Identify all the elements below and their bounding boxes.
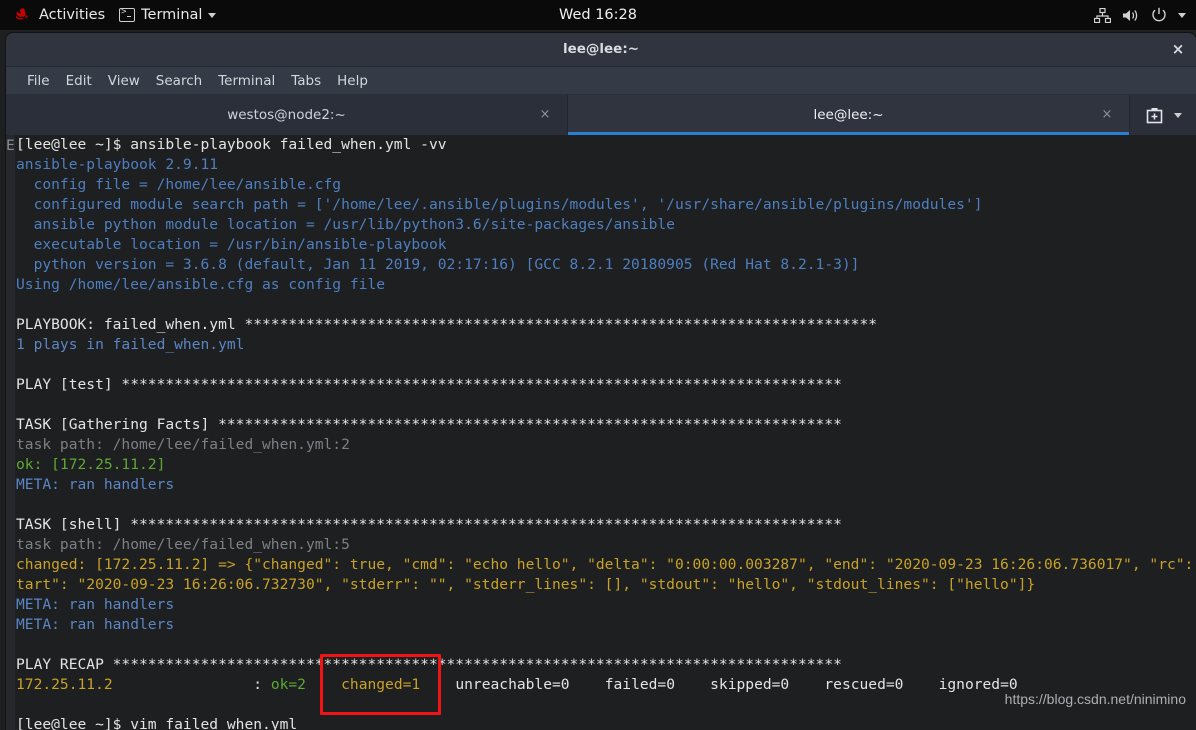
terminal-text: ok=2 (270, 676, 306, 694)
terminal-text: unreachable=0 failed=0 skipped=0 rescued… (420, 676, 1018, 694)
terminal-text: [lee@lee ~]$ vim failed_when.yml (16, 716, 298, 730)
terminal-line: META: ran handlers (6, 475, 1196, 495)
terminal-line: configured module search path = ['/home/… (6, 195, 1196, 215)
terminal-line: config file = /home/lee/ansible.cfg (6, 175, 1196, 195)
terminal-line: PLAY RECAP *****************************… (6, 655, 1196, 675)
terminal-line: META: ran handlers (6, 595, 1196, 615)
terminal-line: ok: [172.25.11.2] (6, 455, 1196, 475)
terminal-text: 172.25.11.2 (16, 676, 113, 694)
menu-item-file[interactable]: File (20, 70, 57, 92)
terminal-text: : (112, 676, 271, 694)
tab-westos-node2[interactable]: westos@node2:~ × (6, 95, 568, 135)
terminal-line: tart": "2020-09-23 16:26:06.732730", "st… (6, 575, 1196, 595)
menu-item-terminal[interactable]: Terminal (211, 70, 282, 92)
chevron-down-icon (208, 12, 217, 18)
tab-bar: westos@node2:~ × lee@lee:~ × (6, 95, 1196, 135)
chevron-down-icon[interactable] (1173, 112, 1182, 118)
tab-label: westos@node2:~ (227, 107, 346, 123)
terminal-text: changed: [172.25.11.2] => {"changed": tr… (16, 556, 1196, 574)
new-tab-icon[interactable] (1145, 106, 1164, 125)
terminal-icon (119, 6, 136, 22)
power-icon[interactable] (1151, 7, 1167, 23)
app-menu-button[interactable]: Terminal (112, 0, 223, 30)
terminal-text: ok: [172.25.11.2] (16, 456, 166, 474)
terminal-text: META: ran handlers (16, 616, 175, 634)
menu-item-tabs[interactable]: Tabs (284, 70, 328, 92)
terminal-line: [lee@lee ~]$ vim failed_when.yml (6, 715, 1196, 730)
menu-item-search[interactable]: Search (149, 70, 209, 92)
top-bar-left-group: Activities Terminal (0, 0, 223, 30)
terminal-text: tart": "2020-09-23 16:26:06.732730", "st… (16, 576, 1036, 594)
activities-label: Activities (39, 7, 106, 23)
terminal-line: TASK [shell] ***************************… (6, 515, 1196, 535)
terminal-line: TASK [Gathering Facts] *****************… (6, 415, 1196, 435)
terminal-text: python version = 3.6.8 (default, Jan 11 … (16, 256, 860, 274)
terminal-line: PLAY [test] ****************************… (6, 375, 1196, 395)
terminal-text: 1 plays in failed_when.yml (16, 336, 245, 354)
desktop-screen: Activities Terminal Wed 16:28 (0, 0, 1196, 730)
tab-close-icon[interactable]: × (537, 107, 553, 123)
watermark-label: https://blog.csdn.net/ninimino (1004, 691, 1186, 707)
terminal-line: PLAYBOOK: failed_when.yml **************… (6, 315, 1196, 335)
terminal-window: lee@lee:~ × File Edit View Search Termin… (6, 33, 1196, 730)
gnome-top-bar: Activities Terminal Wed 16:28 (0, 0, 1196, 30)
terminal-line: 1 plays in failed_when.yml (6, 335, 1196, 355)
terminal-text: PLAYBOOK: failed_when.yml **************… (16, 316, 878, 334)
terminal-text: META: ran handlers (16, 596, 175, 614)
redhat-logo-icon (16, 8, 33, 22)
chevron-down-icon[interactable] (1178, 12, 1186, 18)
terminal-text: task path: /home/lee/failed_when.yml:2 (16, 436, 350, 454)
terminal-viewport[interactable]: E [lee@lee ~]$ ansible-playbook failed_w… (6, 135, 1196, 730)
clock-label[interactable]: Wed 16:28 (559, 7, 637, 23)
network-icon[interactable] (1094, 7, 1111, 23)
tab-close-icon[interactable]: × (1099, 107, 1115, 123)
terminal-text: configured module search path = ['/home/… (16, 196, 983, 214)
terminal-output[interactable]: [lee@lee ~]$ ansible-playbook failed_whe… (6, 135, 1196, 730)
terminal-text: executable location = /usr/bin/ansible-p… (16, 236, 447, 254)
terminal-line: Using /home/lee/ansible.cfg as config fi… (6, 275, 1196, 295)
terminal-line: ansible python module location = /usr/li… (6, 215, 1196, 235)
terminal-text: TASK [Gathering Facts] *****************… (16, 416, 842, 434)
terminal-text: TASK [shell] ***************************… (16, 516, 842, 534)
terminal-line: task path: /home/lee/failed_when.yml:2 (6, 435, 1196, 455)
terminal-text: Using /home/lee/ansible.cfg as config fi… (16, 276, 386, 294)
terminal-text: PLAY RECAP *****************************… (16, 656, 842, 674)
tab-actions-group (1130, 95, 1196, 135)
menu-item-edit[interactable]: Edit (59, 70, 99, 92)
terminal-line: python version = 3.6.8 (default, Jan 11 … (6, 255, 1196, 275)
menu-bar: File Edit View Search Terminal Tabs Help (6, 67, 1196, 95)
menu-item-view[interactable]: View (101, 70, 147, 92)
terminal-line: META: ran handlers (6, 615, 1196, 635)
terminal-text: changed=1 (341, 676, 421, 694)
top-bar-status-group[interactable] (1094, 0, 1190, 30)
tab-label: lee@lee:~ (813, 107, 884, 123)
activities-button[interactable]: Activities (9, 0, 112, 30)
terminal-line: changed: [172.25.11.2] => {"changed": tr… (6, 555, 1196, 575)
terminal-line: [lee@lee ~]$ ansible-playbook failed_whe… (6, 135, 1196, 155)
window-title: lee@lee:~ (562, 41, 640, 57)
tab-lee-lee[interactable]: lee@lee:~ × (568, 95, 1130, 135)
window-titlebar[interactable]: lee@lee:~ × (6, 33, 1196, 67)
window-close-button[interactable]: × (1168, 40, 1188, 60)
terminal-text: ansible-playbook 2.9.11 (16, 156, 219, 174)
terminal-line: ansible-playbook 2.9.11 (6, 155, 1196, 175)
terminal-text: PLAY [test] ****************************… (16, 376, 842, 394)
terminal-text: config file = /home/lee/ansible.cfg (16, 176, 342, 194)
terminal-text: META: ran handlers (16, 476, 175, 494)
menu-item-help[interactable]: Help (330, 70, 375, 92)
terminal-text: task path: /home/lee/failed_when.yml:5 (16, 536, 350, 554)
terminal-text: [lee@lee ~]$ ansible-playbook failed_whe… (16, 136, 447, 153)
terminal-text: ansible python module location = /usr/li… (16, 216, 675, 234)
app-menu-label: Terminal (141, 7, 203, 23)
terminal-line: task path: /home/lee/failed_when.yml:5 (6, 535, 1196, 555)
volume-icon[interactable] (1122, 8, 1140, 23)
terminal-line: executable location = /usr/bin/ansible-p… (6, 235, 1196, 255)
